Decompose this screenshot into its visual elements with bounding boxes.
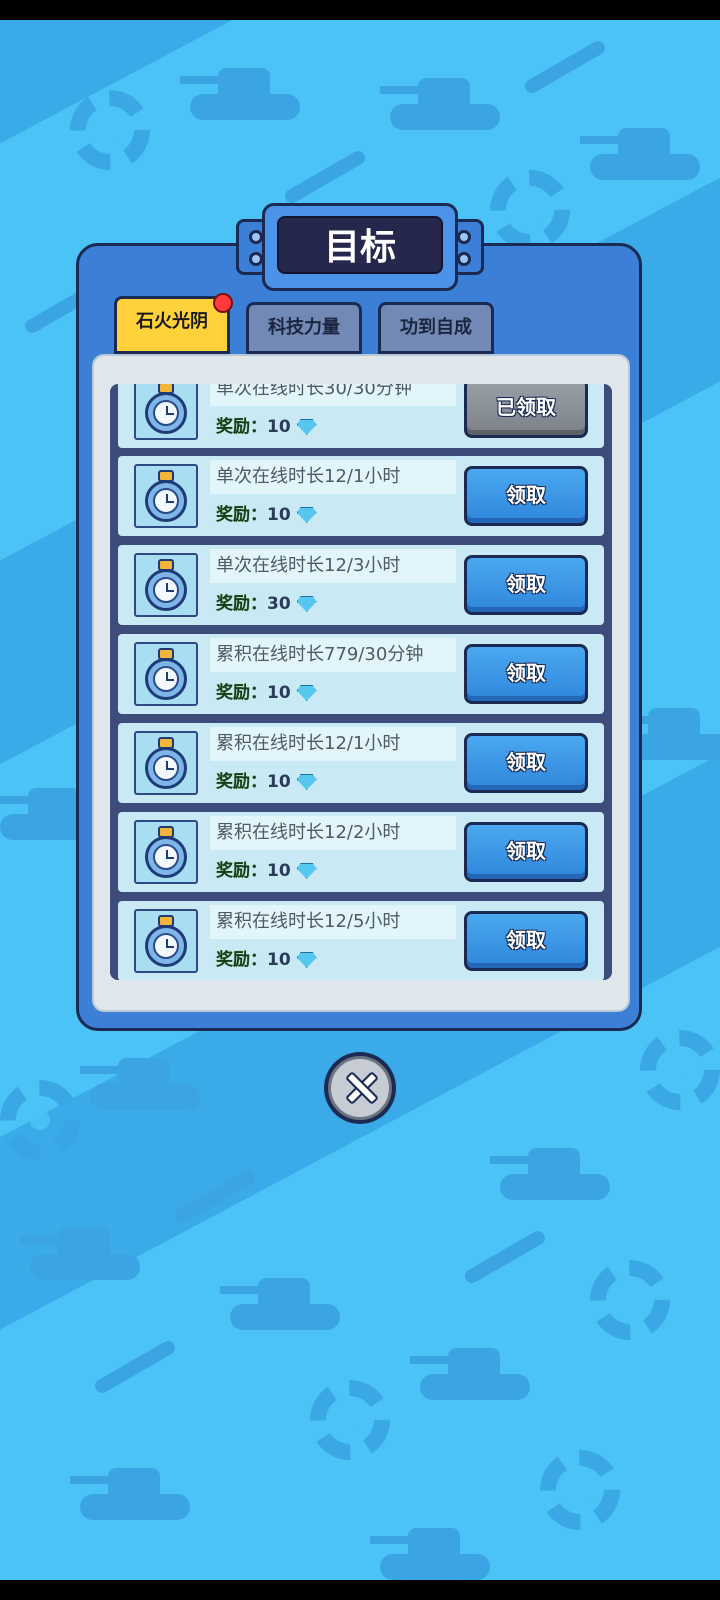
tab-gongdao-zicheng[interactable]: 功到自成 xyxy=(378,302,494,354)
reward-label: 奖励： xyxy=(216,683,267,703)
diamond-icon xyxy=(296,596,317,612)
task-reward: 奖励：10 xyxy=(216,767,317,792)
task-reward: 奖励：10 xyxy=(216,945,317,970)
tab-label: 石火光阴 xyxy=(136,311,208,332)
diamond-icon xyxy=(296,952,317,968)
task-description: 累积在线时长12/5小时 xyxy=(216,911,401,932)
task-reward: 奖励：10 xyxy=(216,678,317,703)
reward-amount: 10 xyxy=(267,772,291,792)
task-row: 单次在线时长30/30分钟 奖励：10 已领取 xyxy=(118,384,604,448)
reward-amount: 10 xyxy=(267,861,291,881)
reward-label: 奖励： xyxy=(216,772,267,792)
tab-label: 科技力量 xyxy=(268,317,340,338)
claim-button[interactable]: 领取 xyxy=(464,911,588,971)
stopwatch-icon xyxy=(134,909,198,973)
reward-amount: 10 xyxy=(267,505,291,525)
reward-amount: 10 xyxy=(267,683,291,703)
task-row: 累积在线时长12/5小时 奖励：10 领取 xyxy=(118,901,604,980)
reward-label: 奖励： xyxy=(216,861,267,881)
task-reward: 奖励：10 xyxy=(216,856,317,881)
stopwatch-icon xyxy=(134,553,198,617)
task-row: 单次在线时长12/1小时 奖励：10 领取 xyxy=(118,456,604,536)
claim-button[interactable]: 领取 xyxy=(464,644,588,704)
task-row: 累积在线时长12/2小时 奖励：10 领取 xyxy=(118,812,604,892)
task-row: 累积在线时长12/1小时 奖励：10 领取 xyxy=(118,723,604,803)
reward-label: 奖励： xyxy=(216,417,267,437)
tab-shihuo-guangyin[interactable]: 石火光阴 xyxy=(114,293,233,354)
reward-amount: 30 xyxy=(267,594,291,614)
tab-keji-liliang[interactable]: 科技力量 xyxy=(246,302,362,354)
close-icon xyxy=(328,1056,392,1120)
tab-label: 功到自成 xyxy=(400,317,472,338)
task-row: 单次在线时长12/3小时 奖励：30 领取 xyxy=(118,545,604,625)
reward-label: 奖励： xyxy=(216,594,267,614)
task-description: 累积在线时长12/1小时 xyxy=(216,733,401,754)
stopwatch-icon xyxy=(134,731,198,795)
diamond-icon xyxy=(296,419,317,435)
page-title: 目标 xyxy=(277,216,443,274)
diamond-icon xyxy=(296,863,317,879)
stopwatch-icon xyxy=(134,820,198,884)
stopwatch-icon xyxy=(134,642,198,706)
reward-amount: 10 xyxy=(267,417,291,437)
navigation-bar xyxy=(0,1580,720,1600)
stopwatch-icon xyxy=(134,464,198,528)
title-plate: 目标 xyxy=(236,203,484,291)
claim-button[interactable]: 领取 xyxy=(464,822,588,882)
task-description: 单次在线时长30/30分钟 xyxy=(216,384,412,399)
task-reward: 奖励：10 xyxy=(216,412,317,437)
claim-button[interactable]: 领取 xyxy=(464,733,588,793)
task-list[interactable]: 单次在线时长30/30分钟 奖励：10 已领取 单次在线时长12/1小时 奖励：… xyxy=(110,384,612,980)
claim-button[interactable]: 领取 xyxy=(464,466,588,526)
task-description: 累积在线时长779/30分钟 xyxy=(216,644,424,665)
diamond-icon xyxy=(296,685,317,701)
reward-label: 奖励： xyxy=(216,950,267,970)
task-row: 累积在线时长779/30分钟 奖励：10 领取 xyxy=(118,634,604,714)
close-button[interactable] xyxy=(324,1052,396,1124)
status-bar xyxy=(0,0,720,20)
stopwatch-icon xyxy=(134,384,198,440)
task-description: 单次在线时长12/3小时 xyxy=(216,555,401,576)
task-description: 单次在线时长12/1小时 xyxy=(216,466,401,487)
diamond-icon xyxy=(296,774,317,790)
diamond-icon xyxy=(296,507,317,523)
reward-label: 奖励： xyxy=(216,505,267,525)
task-reward: 奖励：30 xyxy=(216,589,317,614)
task-description: 累积在线时长12/2小时 xyxy=(216,822,401,843)
claimed-button[interactable]: 已领取 xyxy=(464,384,588,438)
reward-amount: 10 xyxy=(267,950,291,970)
task-reward: 奖励：10 xyxy=(216,500,317,525)
claim-button[interactable]: 领取 xyxy=(464,555,588,615)
notification-badge xyxy=(213,293,233,313)
title-frame: 目标 xyxy=(262,203,458,291)
